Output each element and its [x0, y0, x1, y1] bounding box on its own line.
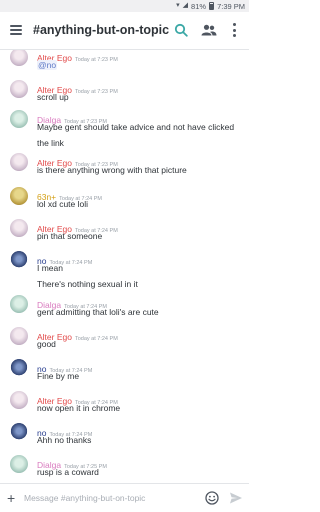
avatar[interactable] [10, 327, 28, 345]
avatar[interactable] [10, 359, 28, 377]
avatar[interactable] [10, 153, 28, 171]
avatar[interactable] [10, 391, 28, 409]
message-text: scroll up [37, 92, 69, 102]
message-text: Ahh no thanks [37, 435, 92, 445]
message-text: Fine by me [37, 371, 80, 381]
menu-icon[interactable] [10, 25, 22, 35]
message-text: pin that someone [37, 231, 103, 241]
avatar[interactable] [10, 110, 28, 128]
wifi-icon: ▾ [176, 2, 180, 9]
avatar[interactable] [10, 50, 28, 66]
battery-icon [209, 2, 215, 10]
search-icon[interactable] [174, 23, 188, 37]
plus-icon[interactable]: + [7, 491, 15, 505]
avatar[interactable] [10, 295, 28, 313]
avatar[interactable] [10, 251, 28, 269]
message-composer: + [0, 483, 249, 512]
message-text: good [37, 339, 56, 349]
user-mention[interactable]: @no [37, 60, 58, 70]
avatar[interactable] [10, 219, 28, 237]
clock: 7:39 PM [217, 1, 245, 11]
message-text: is there anything wrong with that pictur… [37, 165, 187, 175]
message-text: now open it in chrome [37, 403, 121, 413]
timestamp: Today at 7:23 PM [74, 89, 118, 95]
message-text: the link [37, 138, 64, 148]
status-bar-right: ▾ ◢ 81% 7:39 PM [176, 1, 245, 11]
timestamp: Today at 7:24 PM [74, 336, 118, 342]
message-text: There's nothing sexual in it [37, 279, 138, 289]
battery-percent: 81% [191, 1, 207, 11]
message-input[interactable] [24, 491, 194, 505]
avatar[interactable] [10, 423, 28, 441]
avatar[interactable] [10, 455, 28, 473]
message-text: rusp is a coward [37, 467, 99, 477]
channel-header: #anything-but-on-topic [0, 12, 249, 50]
message-text: gent admitting that loli's are cute [37, 307, 159, 317]
channel-title: #anything-but-on-topic [33, 23, 170, 37]
avatar[interactable] [10, 80, 28, 98]
message-text: Maybe gent should take advice and not ha… [37, 122, 235, 132]
members-icon[interactable] [201, 24, 217, 36]
message-text: I mean [37, 263, 63, 273]
more-options-icon[interactable] [232, 23, 236, 37]
message-text: lol xd cute loli [37, 199, 89, 209]
avatar[interactable] [10, 187, 28, 205]
message-list[interactable]: Alter Ego Today at 7:23 PM @no Alter Ego T… [0, 50, 249, 483]
status-bar: ▾ ◢ 81% 7:39 PM [0, 0, 249, 12]
emoji-icon[interactable] [205, 491, 219, 505]
signal-icon: ◢ [182, 2, 189, 9]
send-icon[interactable] [229, 491, 243, 505]
timestamp: Today at 7:23 PM [74, 57, 118, 63]
